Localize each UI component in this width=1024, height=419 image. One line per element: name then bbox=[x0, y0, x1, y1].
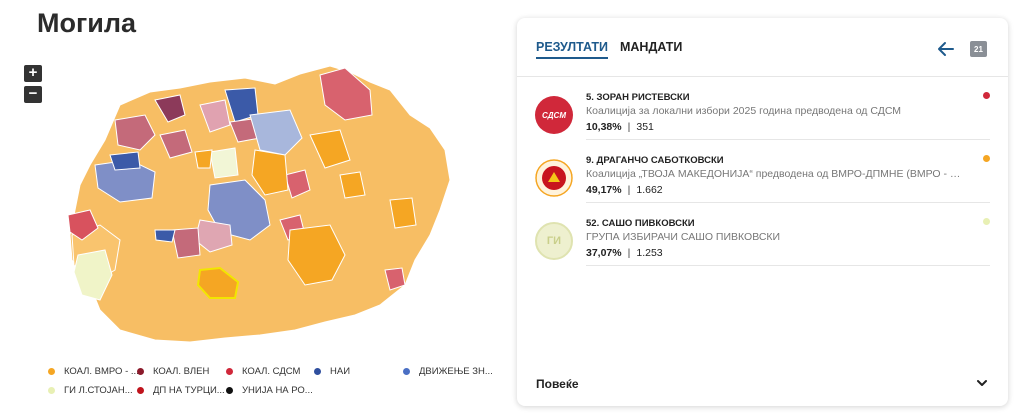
tab-mandates[interactable]: МАНДАТИ bbox=[620, 40, 682, 59]
legend-item: КОАЛ. ВМРО - ... bbox=[48, 366, 139, 377]
candidate-stats: 37,07% | 1.253 bbox=[586, 247, 663, 259]
legend-item: ДВИЖЕЊЕ ЗН... bbox=[403, 366, 493, 377]
candidate-row[interactable]: 9. ДРАГАНЧО САБОТКОВСКИ Коалиција „ТВОЈА… bbox=[517, 155, 1008, 218]
legend-label: ДВИЖЕЊЕ ЗН... bbox=[419, 366, 493, 377]
results-panel: РЕЗУЛТАТИ МАНДАТИ 21 СДСМ 5. ЗОРАН РИСТЕ… bbox=[517, 18, 1008, 406]
candidate-percent: 49,17% bbox=[586, 184, 622, 196]
divider bbox=[586, 202, 990, 203]
legend-item: ДП НА ТУРЦИ... bbox=[137, 385, 225, 396]
sdsm-logo-icon: СДСМ bbox=[535, 96, 573, 134]
legend-item: КОАЛ. СДСМ bbox=[226, 366, 300, 377]
legend-item: ГИ Л.СТОЈАН... bbox=[48, 385, 133, 396]
legend-dot-icon bbox=[403, 368, 410, 375]
tab-results[interactable]: РЕЗУЛТАТИ bbox=[536, 40, 608, 59]
candidate-row[interactable]: ГИ 52. САШО ПИВКОВСКИ ГРУПА ИЗБИРАЧИ САШ… bbox=[517, 218, 1008, 281]
map-region[interactable] bbox=[389, 197, 417, 229]
legend-label: КОАЛ. СДСМ bbox=[242, 366, 301, 377]
legend-label: КОАЛ. ВМРО - ... bbox=[64, 366, 139, 377]
legend-dot-icon bbox=[226, 387, 233, 394]
map-region[interactable] bbox=[194, 149, 213, 169]
candidate-votes: 1.253 bbox=[636, 247, 663, 259]
zoom-out-button[interactable]: − bbox=[24, 86, 42, 103]
legend-dot-icon bbox=[314, 368, 321, 375]
map-region[interactable] bbox=[209, 147, 239, 179]
candidate-votes: 1.662 bbox=[636, 184, 663, 196]
candidate-name: 9. ДРАГАНЧО САБОТКОВСКИ bbox=[586, 155, 724, 166]
map-region[interactable] bbox=[154, 229, 176, 243]
candidate-row[interactable]: СДСМ 5. ЗОРАН РИСТЕВСКИ Коалиција за лок… bbox=[517, 92, 1008, 155]
candidate-name: 52. САШО ПИВКОВСКИ bbox=[586, 218, 695, 229]
candidate-votes: 351 bbox=[636, 121, 654, 133]
legend-label: ГИ Л.СТОЈАН... bbox=[64, 385, 133, 396]
legend-item: КОАЛ. ВЛЕН bbox=[137, 366, 209, 377]
legend-dot-icon bbox=[226, 368, 233, 375]
party-color-dot-icon bbox=[983, 92, 990, 99]
legend-dot-icon bbox=[48, 368, 55, 375]
legend-label: ДП НА ТУРЦИ... bbox=[153, 385, 225, 396]
divider bbox=[586, 265, 990, 266]
divider bbox=[586, 139, 990, 140]
legend-label: УНИЈА НА РО... bbox=[242, 385, 313, 396]
candidate-stats: 10,38% | 351 bbox=[586, 121, 654, 133]
party-color-dot-icon bbox=[983, 155, 990, 162]
legend-dot-icon bbox=[137, 387, 144, 394]
gi-logo-icon: ГИ bbox=[535, 222, 573, 260]
panel-tabs: РЕЗУЛТАТИ МАНДАТИ bbox=[536, 40, 682, 59]
more-button[interactable]: Повеќе bbox=[536, 377, 579, 391]
candidate-party: ГРУПА ИЗБИРАЧИ САШО ПИВКОВСКИ bbox=[586, 231, 781, 243]
legend-label: НАИ bbox=[330, 366, 351, 377]
map-region[interactable] bbox=[339, 171, 366, 199]
candidate-percent: 37,07% bbox=[586, 247, 622, 259]
candidate-party: Коалиција „ТВОЈА МАКЕДОНИЈА“ предводена … bbox=[586, 168, 966, 180]
page-title: Могила bbox=[37, 8, 136, 38]
candidate-percent: 10,38% bbox=[586, 121, 622, 133]
legend-label: КОАЛ. ВЛЕН bbox=[153, 366, 210, 377]
legend-dot-icon bbox=[48, 387, 55, 394]
results-page: Могила + − КОАЛ. ВМРО - ... КОАЛ. ВЛЕН К… bbox=[0, 0, 1024, 419]
legend-dot-icon bbox=[137, 368, 144, 375]
zoom-in-button[interactable]: + bbox=[24, 65, 42, 82]
candidate-stats: 49,17% | 1.662 bbox=[586, 184, 663, 196]
vmro-logo-icon bbox=[535, 159, 573, 197]
legend-item: НАИ bbox=[314, 366, 350, 377]
party-color-dot-icon bbox=[983, 218, 990, 225]
candidate-name: 5. ЗОРАН РИСТЕВСКИ bbox=[586, 92, 690, 103]
divider bbox=[517, 76, 1008, 77]
candidate-party: Коалиција за локални избори 2025 година … bbox=[586, 105, 902, 117]
calendar-icon[interactable]: 21 bbox=[970, 41, 987, 57]
map-region[interactable] bbox=[109, 151, 141, 171]
arrow-left-icon[interactable] bbox=[937, 40, 955, 58]
chevron-down-icon[interactable] bbox=[975, 376, 989, 390]
legend-item: УНИЈА НА РО... bbox=[226, 385, 313, 396]
municipality-map[interactable] bbox=[60, 60, 480, 350]
